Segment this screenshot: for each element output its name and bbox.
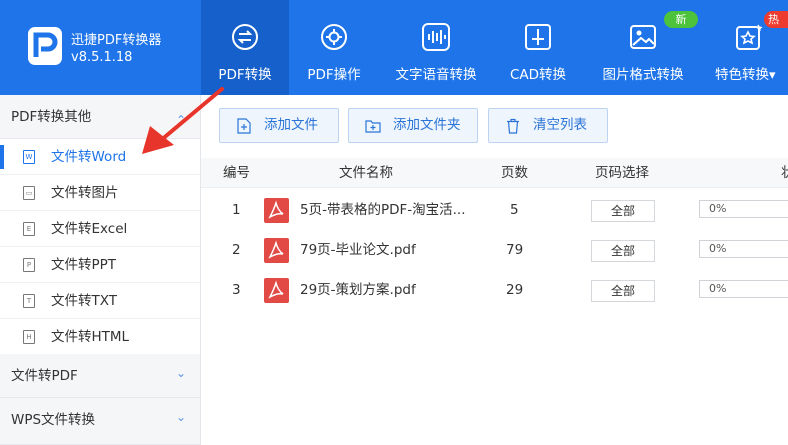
- cad-icon: [525, 24, 551, 50]
- sidebar-item-to-txt[interactable]: T 文件转TXT: [0, 283, 200, 319]
- table-header: 编号 文件名称 页数 页码选择 状: [201, 158, 788, 188]
- column-header-status: 状: [781, 165, 788, 181]
- nav-label: PDF操作: [307, 67, 361, 83]
- row-index: 2: [232, 242, 241, 258]
- button-label: 添加文件: [264, 117, 318, 133]
- row-filename: 79页-毕业论文.pdf: [300, 242, 416, 258]
- sidebar-item-to-image[interactable]: ▭ 文件转图片: [0, 175, 200, 211]
- row-index: 1: [232, 202, 241, 218]
- sidebar-item-to-excel[interactable]: E 文件转Excel: [0, 211, 200, 247]
- image-icon: [630, 25, 656, 49]
- table-row[interactable]: 3 29页-策划方案.pdf 29 全部 0%: [201, 270, 788, 310]
- row-filename: 5页-带表格的PDF-淘宝活...: [300, 202, 466, 218]
- app-name: 迅捷PDF转换器: [71, 33, 162, 48]
- column-header-index: 编号: [223, 165, 250, 181]
- sidebar-group-label: 文件转PDF: [11, 368, 78, 384]
- add-file-icon: [237, 118, 251, 134]
- sidebar-group-pdf-other[interactable]: PDF转换其他 ⌃: [0, 95, 200, 139]
- progress-bar: 0%: [699, 200, 788, 218]
- progress-bar: 0%: [699, 240, 788, 258]
- row-filename: 29页-策划方案.pdf: [300, 282, 416, 298]
- sidebar-item-label: 文件转PPT: [51, 257, 117, 273]
- add-file-button[interactable]: 添加文件: [219, 108, 339, 143]
- star-icon: [736, 24, 763, 50]
- progress-bar: 0%: [699, 280, 788, 298]
- sidebar-item-to-ppt[interactable]: P 文件转PPT: [0, 247, 200, 283]
- sidebar-item-label: 文件转Word: [51, 149, 127, 165]
- nav-label: 图片格式转换: [602, 67, 684, 83]
- sidebar-group-file-to-pdf[interactable]: 文件转PDF ⌄: [0, 354, 200, 398]
- sidebar-group-label: WPS文件转换: [11, 412, 96, 428]
- nav-image-format[interactable]: 图片格式转换: [596, 0, 690, 95]
- chevron-down-icon: ⌄: [175, 366, 186, 380]
- hot-badge: 热: [764, 11, 788, 28]
- row-pages: 79: [506, 242, 524, 258]
- gear-icon: [321, 24, 347, 50]
- audio-wave-icon: [422, 23, 450, 51]
- page-select-button[interactable]: 全部: [591, 280, 655, 302]
- nav-label-text: 特色转换: [715, 67, 769, 83]
- html-doc-icon: H: [23, 330, 35, 344]
- column-header-page-select: 页码选择: [595, 165, 649, 181]
- sidebar-item-to-word[interactable]: W 文件转Word: [0, 139, 200, 175]
- pdf-file-icon: [264, 238, 289, 263]
- column-header-pages: 页数: [501, 165, 528, 181]
- nav-cad-convert[interactable]: CAD转换: [500, 0, 576, 95]
- row-index: 3: [232, 282, 241, 298]
- convert-icon: [232, 24, 258, 50]
- nav-label: 特色转换▾: [710, 63, 788, 83]
- table-row[interactable]: 2 79页-毕业论文.pdf 79 全部 0%: [201, 230, 788, 270]
- chevron-down-icon: ⌄: [175, 410, 186, 424]
- page-select-button[interactable]: 全部: [591, 200, 655, 222]
- page-select-button[interactable]: 全部: [591, 240, 655, 262]
- dropdown-caret-icon: ▾: [769, 68, 776, 83]
- app-version: v8.5.1.18: [71, 50, 133, 65]
- chevron-up-icon: ⌃: [175, 113, 186, 127]
- sidebar-item-label: 文件转TXT: [51, 293, 118, 309]
- ppt-doc-icon: P: [23, 258, 35, 272]
- top-header: 迅捷PDF转换器 v8.5.1.18 PDF转换 PDF操作 文字语音转换 CA…: [0, 0, 788, 95]
- row-pages: 5: [510, 202, 519, 218]
- word-doc-icon: W: [23, 150, 35, 164]
- column-header-filename: 文件名称: [339, 165, 393, 181]
- app-logo-icon: [28, 27, 62, 65]
- nav-pdf-operate[interactable]: PDF操作: [292, 0, 376, 95]
- active-indicator: [0, 145, 4, 169]
- sidebar-item-to-html[interactable]: H 文件转HTML: [0, 319, 200, 355]
- excel-doc-icon: E: [23, 222, 35, 236]
- trash-icon: [507, 118, 519, 134]
- table-row[interactable]: 1 5页-带表格的PDF-淘宝活... 5 全部 0%: [201, 190, 788, 230]
- sidebar-item-label: 文件转图片: [51, 185, 119, 201]
- pdf-file-icon: [264, 278, 289, 303]
- add-folder-button[interactable]: 添加文件夹: [348, 108, 478, 143]
- sidebar-group-wps[interactable]: WPS文件转换 ⌄: [0, 398, 200, 445]
- clear-list-button[interactable]: 清空列表: [488, 108, 608, 143]
- nav-label: 文字语音转换: [395, 67, 477, 83]
- nav-label: CAD转换: [509, 67, 567, 83]
- nav-text-speech[interactable]: 文字语音转换: [388, 0, 484, 95]
- pdf-file-icon: [264, 198, 289, 223]
- nav-label: PDF转换: [218, 67, 272, 83]
- add-folder-icon: [365, 120, 381, 133]
- button-label: 添加文件夹: [393, 117, 461, 133]
- sidebar-item-label: 文件转Excel: [51, 221, 128, 237]
- row-pages: 29: [506, 282, 524, 298]
- sidebar-group-label: PDF转换其他: [11, 109, 92, 125]
- nav-pdf-convert[interactable]: PDF转换: [201, 0, 289, 95]
- txt-doc-icon: T: [23, 294, 35, 308]
- image-doc-icon: ▭: [23, 186, 35, 200]
- button-label: 清空列表: [533, 117, 587, 133]
- sidebar-item-label: 文件转HTML: [51, 329, 130, 345]
